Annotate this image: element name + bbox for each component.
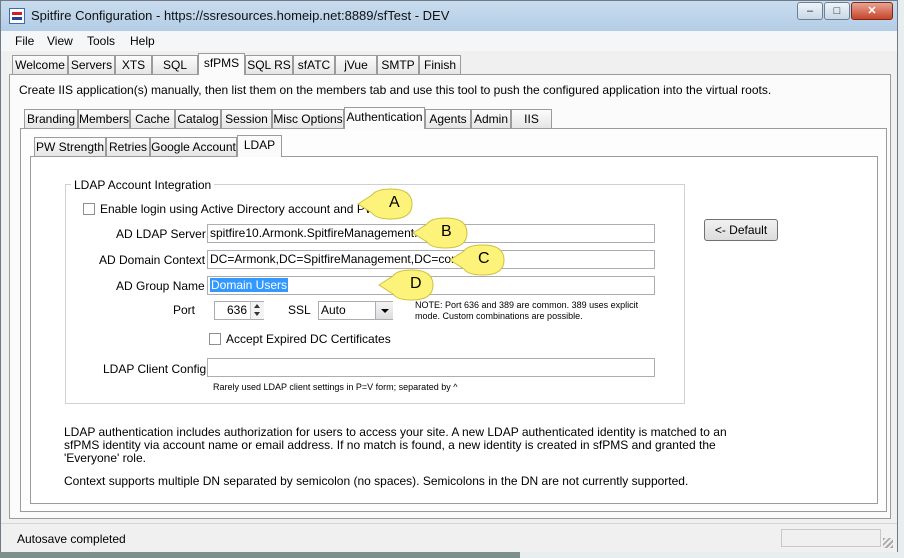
status-bar: Autosave completed — [1, 523, 897, 552]
menu-help[interactable]: Help — [130, 34, 155, 48]
tab-agents[interactable]: Agents — [425, 109, 471, 129]
ad-domain-context-input[interactable]: DC=Armonk,DC=SpitfireManagement,DC=com — [207, 250, 655, 269]
ssl-label: SSL — [288, 303, 311, 317]
tab-authentication[interactable]: Authentication — [344, 107, 425, 129]
callout-d-label: D — [410, 275, 422, 292]
accept-expired-certs-checkbox[interactable] — [209, 333, 221, 345]
tab-retries[interactable]: Retries — [106, 137, 150, 157]
menu-bar: File View Tools Help — [1, 31, 897, 51]
callout-c-label: C — [478, 250, 490, 267]
instructions-text: Create IIS application(s) manually, then… — [19, 83, 772, 97]
tab-sfpms[interactable]: sfPMS — [198, 53, 245, 75]
status-panel — [781, 529, 881, 547]
maximize-button[interactable]: □ — [824, 2, 850, 20]
ldap-client-config-label: LDAP Client Config — [103, 362, 207, 376]
enable-ad-login-checkbox[interactable] — [83, 203, 95, 215]
tab-admin[interactable]: Admin — [471, 109, 511, 129]
default-button[interactable]: <- Default — [704, 219, 778, 241]
description-line3: 'Everyone' role. — [64, 451, 146, 465]
status-text: Autosave completed — [17, 532, 126, 546]
ad-group-name-selection: Domain Users — [210, 278, 289, 292]
tab-xts[interactable]: XTS — [115, 55, 152, 75]
accept-expired-certs-label: Accept Expired DC Certificates — [226, 332, 391, 346]
description-line4: Context supports multiple DN separated b… — [64, 474, 689, 488]
ldap-client-config-hint: Rarely used LDAP client settings in P=V … — [213, 382, 458, 392]
tab-google-account[interactable]: Google Account — [150, 137, 237, 157]
port-note-line1: NOTE: Port 636 and 389 are common. 389 u… — [415, 300, 639, 310]
ad-ldap-server-label: AD LDAP Server — [116, 227, 206, 241]
spin-up-icon[interactable] — [254, 304, 260, 308]
port-note-line2: mode. Custom combinations are possible. — [415, 311, 583, 321]
spin-down-icon[interactable] — [254, 312, 260, 316]
tab-smtp[interactable]: SMTP — [377, 55, 419, 75]
ad-domain-context-label: AD Domain Context — [99, 253, 206, 267]
ldap-client-config-input[interactable] — [207, 358, 655, 377]
main-window: Spitfire Configuration - https://ssresou… — [0, 0, 898, 552]
close-button[interactable]: ✕ — [851, 2, 893, 20]
callout-a-label: A — [389, 194, 400, 211]
callout-b-label: B — [441, 223, 452, 240]
tab-sql[interactable]: SQL — [152, 55, 198, 75]
ad-group-name-label: AD Group Name — [116, 279, 205, 293]
ssl-dropdown-button[interactable] — [375, 302, 393, 319]
tab-branding[interactable]: Branding — [24, 109, 78, 129]
tab-ldap[interactable]: LDAP — [237, 135, 282, 157]
menu-view[interactable]: View — [47, 34, 73, 48]
port-spin-buttons[interactable] — [250, 302, 264, 319]
tab-jvue[interactable]: jVue — [335, 55, 377, 75]
tab-members[interactable]: Members — [78, 109, 130, 129]
tab-welcome[interactable]: Welcome — [12, 55, 68, 75]
enable-ad-login-label: Enable login using Active Directory acco… — [100, 202, 377, 216]
title-bar[interactable]: Spitfire Configuration - https://ssresou… — [1, 1, 897, 32]
resize-grip-icon[interactable] — [883, 538, 893, 548]
callout-d — [378, 269, 434, 301]
tab-servers[interactable]: Servers — [68, 55, 115, 75]
tab-sfatc[interactable]: sfATC — [293, 55, 335, 75]
tab-cache[interactable]: Cache — [130, 109, 175, 129]
tab-misc-options[interactable]: Misc Options — [272, 109, 344, 129]
window-title: Spitfire Configuration - https://ssresou… — [31, 8, 450, 23]
app-flag-icon — [9, 8, 25, 24]
tab-finish[interactable]: Finish — [419, 55, 461, 75]
tab-iis[interactable]: IIS — [511, 109, 552, 129]
description-line2: sfPMS identity via account name or email… — [64, 438, 716, 452]
callout-a — [357, 188, 413, 220]
tab-sql-rs[interactable]: SQL RS — [245, 55, 293, 75]
menu-tools[interactable]: Tools — [87, 34, 115, 48]
tab-pw-strength[interactable]: PW Strength — [34, 137, 106, 157]
ldap-group-title: LDAP Account Integration — [71, 178, 215, 192]
tab-catalog[interactable]: Catalog — [175, 109, 221, 129]
minimize-button[interactable]: – — [797, 2, 823, 20]
menu-file[interactable]: File — [15, 34, 34, 48]
chevron-down-icon — [381, 309, 389, 313]
port-label: Port — [173, 303, 196, 317]
tab-session[interactable]: Session — [221, 109, 272, 129]
